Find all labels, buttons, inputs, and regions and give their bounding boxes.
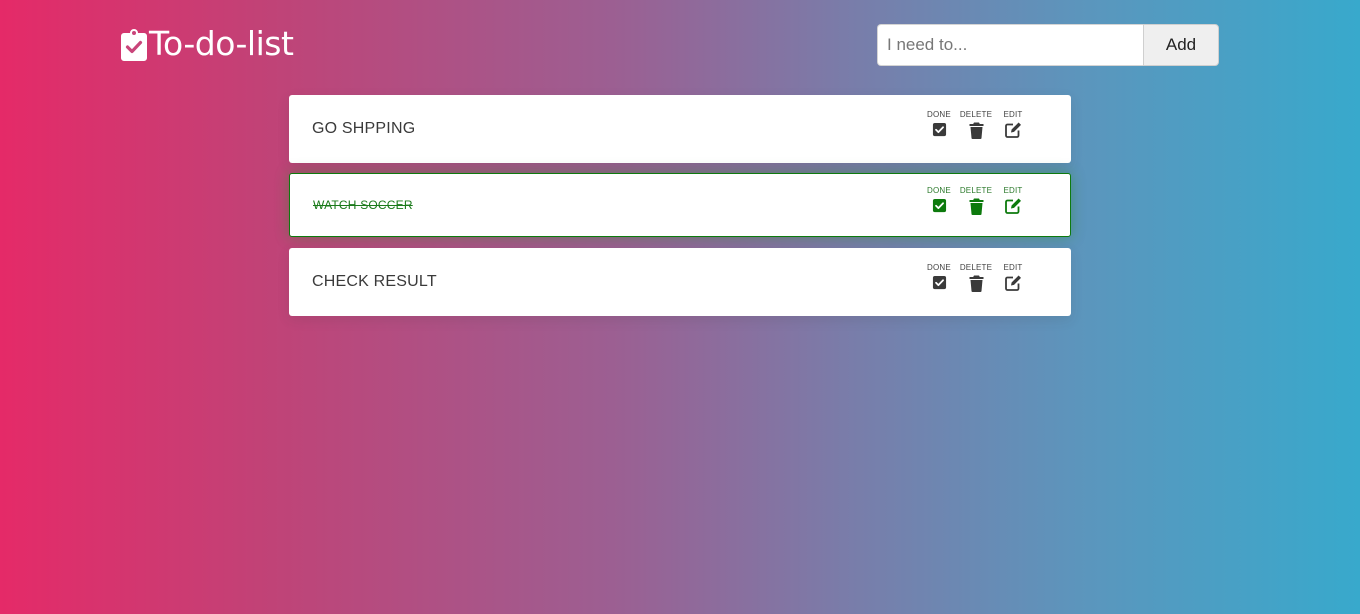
task-list: GO SHPPING DONE DELETE EDIT WATCH SOCCER… [289, 95, 1071, 326]
done-label: DONE [927, 110, 951, 119]
edit-icon [1004, 122, 1022, 138]
task-item-completed: WATCH SOCCER DONE DELETE EDIT [289, 173, 1071, 237]
edit-label: EDIT [1003, 186, 1023, 195]
task-text: CHECK RESULT [312, 273, 437, 290]
edit-button[interactable]: EDIT [999, 263, 1027, 292]
done-button[interactable]: DONE [925, 263, 953, 292]
task-text: GO SHPPING [312, 120, 416, 137]
app-logo: To-do-list [121, 24, 294, 64]
task-actions: DONE DELETE EDIT [925, 110, 1033, 139]
check-square-icon [932, 275, 947, 290]
done-button[interactable]: DONE [925, 110, 953, 139]
delete-label: DELETE [959, 263, 993, 272]
done-label: DONE [927, 186, 951, 195]
add-button[interactable]: Add [1143, 24, 1219, 66]
done-label: DONE [927, 263, 951, 272]
delete-button[interactable]: DELETE [959, 186, 993, 215]
edit-label: EDIT [1003, 110, 1023, 119]
trash-icon [969, 122, 984, 139]
edit-label: EDIT [1003, 263, 1023, 272]
delete-label: DELETE [959, 186, 993, 195]
task-item: GO SHPPING DONE DELETE EDIT [289, 95, 1071, 163]
edit-icon [1004, 198, 1022, 214]
task-input[interactable] [877, 24, 1143, 66]
check-square-icon [932, 198, 947, 213]
trash-icon [969, 275, 984, 292]
task-actions: DONE DELETE EDIT [925, 263, 1033, 292]
trash-icon [969, 198, 984, 215]
edit-icon [1004, 275, 1022, 291]
edit-button[interactable]: EDIT [999, 110, 1027, 139]
delete-button[interactable]: DELETE [959, 110, 993, 139]
edit-button[interactable]: EDIT [999, 186, 1027, 215]
delete-label: DELETE [959, 110, 993, 119]
check-square-icon [932, 122, 947, 137]
clipboard-check-icon [121, 26, 147, 62]
app-title: To-do-list [149, 24, 294, 63]
add-task-form: Add [877, 24, 1219, 66]
delete-button[interactable]: DELETE [959, 263, 993, 292]
task-item: CHECK RESULT DONE DELETE EDIT [289, 248, 1071, 316]
task-text: WATCH SOCCER [313, 198, 413, 212]
task-actions: DONE DELETE EDIT [925, 186, 1033, 215]
done-button[interactable]: DONE [925, 186, 953, 215]
